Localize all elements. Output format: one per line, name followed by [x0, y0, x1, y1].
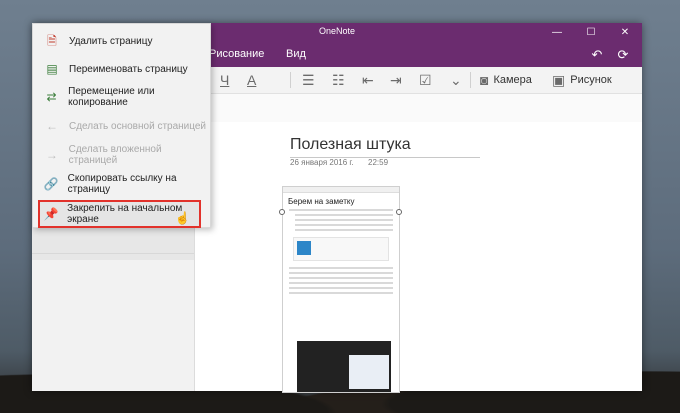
more-button[interactable]: ⌄ — [450, 71, 462, 89]
demote-icon: → — [45, 148, 58, 162]
outdent-icon: ⇤ — [362, 71, 374, 88]
page-time: 22:59 — [368, 158, 389, 167]
page-canvas[interactable] — [195, 122, 642, 391]
text-line — [289, 272, 393, 274]
menu-item-label: Переименовать страницу — [69, 63, 188, 75]
tab-view[interactable]: Вид — [286, 48, 306, 60]
picture-label: Рисунок — [570, 74, 612, 86]
embedded-image[interactable]: Берем на заметку — [282, 186, 400, 393]
delete-page-icon: 🗎 — [47, 34, 57, 48]
text-line — [289, 292, 393, 294]
resize-handle[interactable] — [396, 209, 402, 215]
todo-button[interactable]: ☑ — [419, 71, 432, 89]
undo-icon[interactable]: ↶ — [588, 47, 606, 63]
text-line — [295, 224, 393, 226]
underline-icon: Ч — [220, 72, 230, 88]
menu-item-promote: ← Сделать основной страницей — [33, 112, 210, 140]
embedded-image-topbar — [283, 187, 399, 193]
menu-item-copy-link[interactable]: 🔗 Скопировать ссылку на страницу — [33, 170, 210, 198]
page-date: 26 января 2016 г. — [290, 158, 354, 167]
camera-icon: ◙ — [480, 72, 489, 88]
menu-item-rename-page[interactable]: ▤ Переименовать страницу — [33, 55, 210, 83]
checkbox-icon: ☑ — [419, 71, 432, 88]
promote-icon: ← — [46, 119, 58, 133]
picture-button[interactable]: ▣ Рисунок — [552, 71, 612, 89]
menu-item-label: Скопировать ссылку на страницу — [67, 173, 177, 195]
camera-label: Камера — [493, 74, 532, 86]
text-line — [295, 229, 393, 231]
indent-icon: ⇥ — [390, 71, 402, 88]
bullet-list-icon: ☰ — [302, 71, 315, 88]
text-line — [289, 267, 393, 269]
phone-menu — [349, 355, 389, 389]
mouse-cursor-icon: ☝ — [175, 211, 190, 225]
numbered-list-icon: ☷ — [332, 71, 345, 88]
numbering-button[interactable]: ☷ — [332, 71, 345, 89]
indent-button[interactable]: ⇥ — [390, 71, 402, 89]
font-color-button[interactable]: A — [247, 71, 256, 89]
copy-link-icon: 🔗 — [43, 177, 59, 191]
menu-item-delete-page[interactable]: 🗎 Удалить страницу — [33, 27, 210, 55]
tab-draw[interactable]: Рисование — [209, 48, 264, 60]
underline-button[interactable]: Ч — [220, 71, 229, 89]
app-card — [293, 237, 389, 261]
picture-icon: ▣ — [552, 71, 566, 88]
text-line — [289, 209, 393, 211]
page-title[interactable]: Полезная штука — [290, 136, 480, 158]
menu-item-label: Перемещение или копирование — [68, 86, 155, 108]
rename-icon: ▤ — [46, 62, 58, 76]
text-line — [289, 287, 393, 289]
text-line — [289, 277, 393, 279]
maximize-button[interactable]: ☐ — [574, 23, 608, 43]
phone-screenshot — [297, 341, 391, 392]
chevron-down-icon: ⌄ — [450, 71, 462, 88]
menu-item-label: Удалить страницу — [69, 35, 153, 47]
ribbon-separator — [290, 72, 291, 88]
text-line — [289, 282, 393, 284]
bullets-button[interactable]: ☰ — [302, 71, 315, 89]
pin-icon: 📌 — [43, 207, 59, 221]
text-line — [295, 219, 393, 221]
app-icon — [297, 241, 311, 255]
menu-item-move-copy[interactable]: ⇄ Перемещение или копирование — [33, 83, 210, 111]
camera-button[interactable]: ◙ Камера — [480, 71, 532, 89]
context-menu: 🗎 Удалить страницу ▤ Переименовать стран… — [32, 23, 211, 228]
menu-item-label: Сделать вложенной страницей — [68, 144, 162, 166]
sync-icon[interactable]: ⟳ — [614, 47, 632, 63]
resize-handle[interactable] — [279, 209, 285, 215]
move-copy-icon: ⇄ — [46, 90, 57, 104]
ribbon-separator — [470, 72, 471, 88]
panel-divider — [32, 253, 194, 254]
outdent-button[interactable]: ⇤ — [362, 71, 374, 89]
menu-item-label: Сделать основной страницей — [69, 120, 207, 132]
close-button[interactable]: ✕ — [608, 23, 642, 43]
embedded-heading: Берем на заметку — [288, 197, 355, 206]
minimize-button[interactable]: — — [540, 23, 574, 43]
font-color-icon: A — [247, 72, 257, 88]
menu-item-demote: → Сделать вложенной страницей — [33, 141, 210, 169]
text-line — [295, 214, 393, 216]
